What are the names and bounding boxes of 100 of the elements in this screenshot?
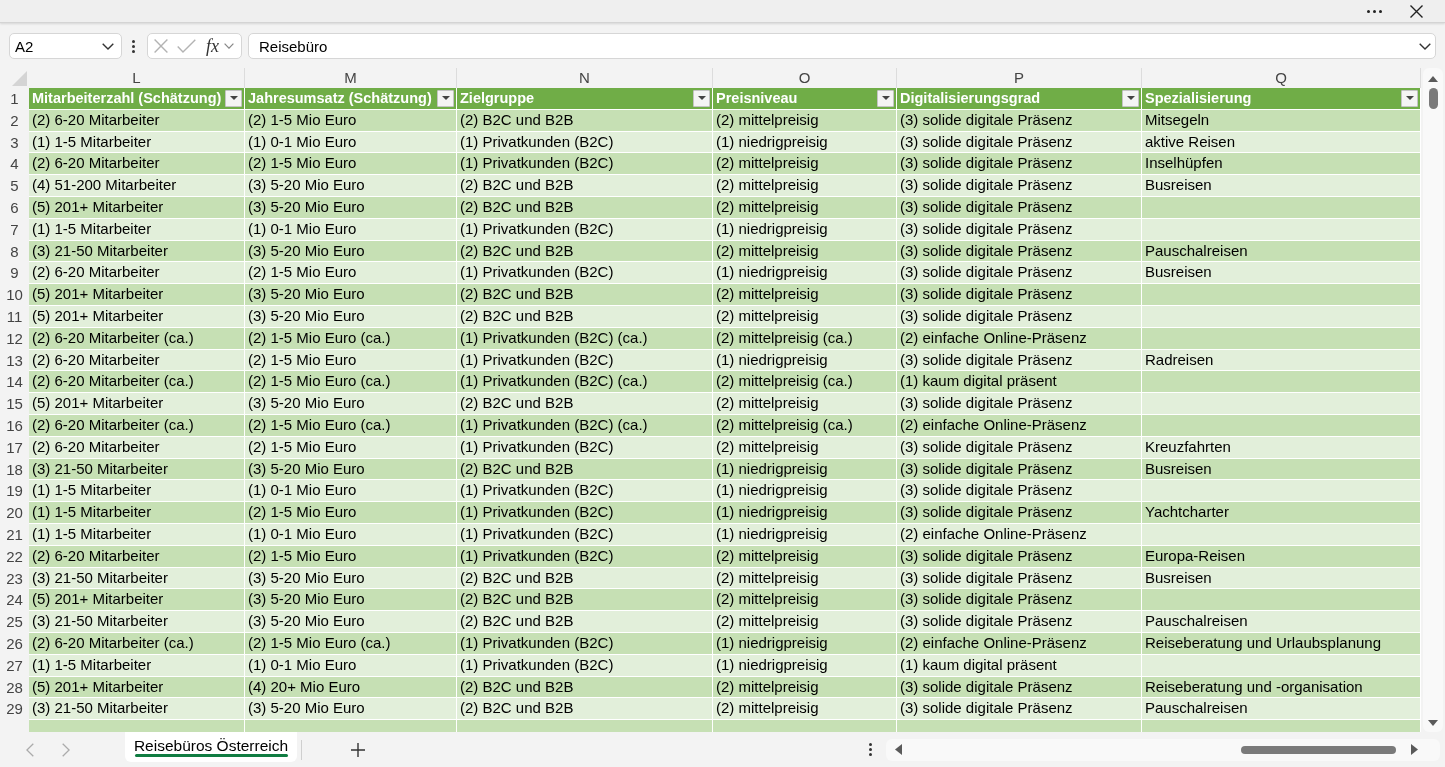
table-cell: (2) 1-5 Mio Euro <box>245 502 457 524</box>
close-icon[interactable] <box>1410 4 1423 18</box>
table-cell: (2) mittelpreisig (ca.) <box>713 327 897 350</box>
table-cell: (2) mittelpreisig <box>713 589 897 612</box>
row-header[interactable]: 24 <box>0 589 29 612</box>
down-triangle-icon[interactable] <box>1428 720 1438 726</box>
row-header[interactable]: 8 <box>0 240 29 263</box>
table-cell: (1) 1-5 Mitarbeiter <box>29 654 245 677</box>
up-triangle-icon[interactable] <box>1428 76 1438 82</box>
table-cell: (1) 0-1 Mio Euro <box>245 480 457 503</box>
scrollbar-thumb[interactable] <box>1428 88 1438 109</box>
table-cell: (2) 6-20 Mitarbeiter (ca.) <box>29 632 245 655</box>
table-cell: (2) mittelpreisig <box>713 175 897 197</box>
table-cell: (5) 201+ Mitarbeiter <box>29 393 245 415</box>
grip-icon[interactable] <box>869 743 872 756</box>
right-triangle-icon[interactable] <box>1411 744 1418 755</box>
row-header[interactable]: 25 <box>0 611 29 633</box>
table-cell: Radreisen <box>1142 349 1421 372</box>
table-cell: (2) mittelpreisig (ca.) <box>713 414 897 437</box>
table-cell: (2) B2C und B2B <box>457 175 713 197</box>
table-cell: (1) 1-5 Mitarbeiter <box>29 502 245 524</box>
table-cell: (3) solide digitale Präsenz <box>897 676 1142 699</box>
row-header[interactable]: 10 <box>0 284 29 306</box>
scrollbar-thumb[interactable] <box>1241 745 1396 754</box>
left-triangle-icon[interactable] <box>895 744 902 755</box>
table-cell: (1) 1-5 Mitarbeiter <box>29 523 245 546</box>
row-header[interactable]: 22 <box>0 545 29 568</box>
filter-button[interactable] <box>1122 89 1139 107</box>
table-cell: (3) solide digitale Präsenz <box>897 197 1142 219</box>
row-header[interactable]: 17 <box>0 436 29 459</box>
table-cell: (1) niedrigpreisig <box>713 632 897 655</box>
formula-field[interactable]: Reisebüro <box>248 33 1436 59</box>
table-cell: (2) B2C und B2B <box>457 284 713 306</box>
table-cell: (2) mittelpreisig <box>713 567 897 590</box>
table-cell: Pauschalreisen <box>1142 698 1421 721</box>
row-header[interactable]: 29 <box>0 698 29 721</box>
row-header[interactable]: 6 <box>0 197 29 219</box>
sheet-tab[interactable]: Reisebüros Österreich <box>125 732 297 762</box>
table-cell: (1) 0-1 Mio Euro <box>245 131 457 154</box>
row-header[interactable]: 2 <box>0 109 29 132</box>
caret-icon <box>229 96 238 101</box>
chevron-icon[interactable] <box>1419 42 1431 50</box>
table-cell: (1) kaum digital präsent <box>897 654 1142 677</box>
row-header[interactable]: 13 <box>0 349 29 372</box>
chevron-icon[interactable] <box>102 42 114 50</box>
row-header[interactable]: 5 <box>0 175 29 197</box>
table-cell: Reiseberatung und -organisation <box>1142 676 1421 699</box>
row-header[interactable]: 26 <box>0 632 29 655</box>
check-icon[interactable] <box>177 39 196 53</box>
table-cell: (3) solide digitale Präsenz <box>897 436 1142 459</box>
row-header[interactable]: 14 <box>0 371 29 394</box>
table-cell: (3) 5-20 Mio Euro <box>245 284 457 306</box>
table-cell: (1) Privatkunden (B2C) <box>457 502 713 524</box>
table-cell: (1) 0-1 Mio Euro <box>245 523 457 546</box>
filter-button[interactable] <box>877 89 894 107</box>
row-header[interactable]: 3 <box>0 131 29 154</box>
row-header[interactable]: 19 <box>0 480 29 503</box>
row-header[interactable]: 11 <box>0 305 29 328</box>
row-header[interactable]: 7 <box>0 218 29 241</box>
insert-function-button[interactable]: fx <box>206 36 219 56</box>
column-title: Digitalisierungsgrad <box>900 90 1041 107</box>
row-header[interactable]: 27 <box>0 654 29 677</box>
row-header[interactable]: 1 <box>0 88 29 110</box>
table-cell: (2) 1-5 Mio Euro <box>245 436 457 459</box>
row-header[interactable]: 28 <box>0 676 29 699</box>
table-cell: (3) 5-20 Mio Euro <box>245 305 457 328</box>
filter-button[interactable] <box>225 89 242 107</box>
row-header[interactable]: 18 <box>0 458 29 481</box>
table-cell: (2) mittelpreisig <box>713 284 897 306</box>
table-cell: (2) 1-5 Mio Euro (ca.) <box>245 632 457 655</box>
table-cell: (2) B2C und B2B <box>457 611 713 633</box>
more-icon[interactable] <box>1367 9 1382 13</box>
column-title: Spezialisierung <box>1145 90 1252 107</box>
row-header[interactable]: 4 <box>0 153 29 176</box>
row-header[interactable]: 16 <box>0 414 29 437</box>
table-cell: (2) 6-20 Mitarbeiter (ca.) <box>29 327 245 350</box>
table-cell: (1) 0-1 Mio Euro <box>245 654 457 677</box>
table-cell: (3) 5-20 Mio Euro <box>245 589 457 612</box>
table-cell: (1) 1-5 Mitarbeiter <box>29 480 245 503</box>
filter-button[interactable] <box>437 89 454 107</box>
table-cell: (2) B2C und B2B <box>457 197 713 219</box>
table-cell: (1) Privatkunden (B2C) <box>457 523 713 546</box>
filter-button[interactable] <box>693 89 710 107</box>
table-cell: (2) 1-5 Mio Euro (ca.) <box>245 327 457 350</box>
row-header[interactable]: 12 <box>0 327 29 350</box>
row-header[interactable]: 15 <box>0 393 29 415</box>
name-box[interactable]: A2 <box>9 33 122 59</box>
row-header[interactable]: 9 <box>0 262 29 285</box>
table-cell: (2) einfache Online-Präsenz <box>897 523 1142 546</box>
filter-button[interactable] <box>1401 89 1418 107</box>
table-cell: (3) solide digitale Präsenz <box>897 589 1142 612</box>
row-header[interactable]: 21 <box>0 523 29 546</box>
table-cell: (3) solide digitale Präsenz <box>897 393 1142 415</box>
table-cell: (2) B2C und B2B <box>457 676 713 699</box>
row-header[interactable]: 23 <box>0 567 29 590</box>
table-cell: (2) mittelpreisig <box>713 153 897 176</box>
row-header[interactable]: 20 <box>0 502 29 524</box>
grip-icon[interactable] <box>132 39 135 53</box>
table-cell: (2) 1-5 Mio Euro <box>245 153 457 176</box>
table-cell: (1) niedrigpreisig <box>713 262 897 285</box>
